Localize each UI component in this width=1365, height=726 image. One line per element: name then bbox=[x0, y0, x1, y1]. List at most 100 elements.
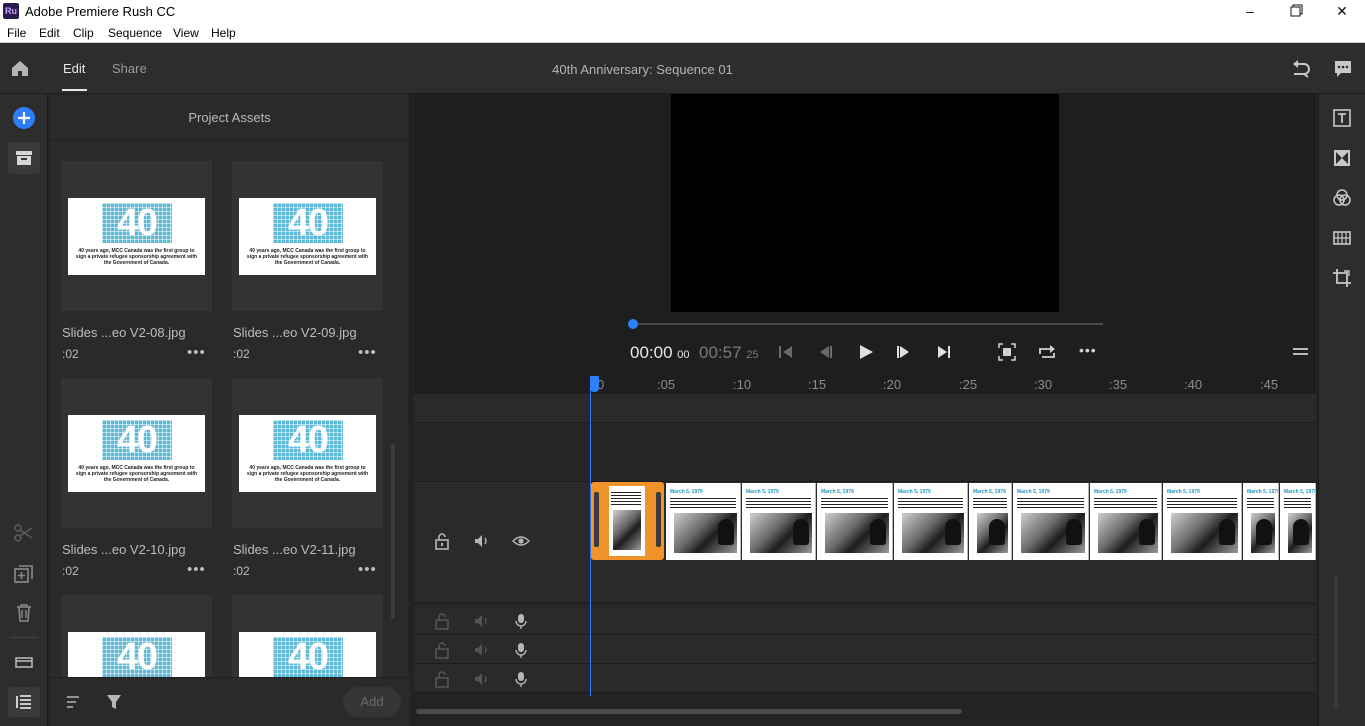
timeline-clip[interactable]: March 5, 1979 bbox=[894, 483, 968, 560]
menu-view[interactable]: View bbox=[173, 26, 199, 40]
asset-duration: :02 bbox=[233, 347, 250, 361]
more-options-icon[interactable]: ••• bbox=[187, 561, 206, 578]
track-controls-icon[interactable] bbox=[12, 650, 36, 674]
clip-header: March 5, 1979 bbox=[670, 489, 703, 495]
eye-icon[interactable] bbox=[512, 532, 530, 550]
microphone-icon[interactable] bbox=[512, 612, 530, 630]
loop-icon[interactable] bbox=[1037, 342, 1057, 362]
scissors-icon[interactable] bbox=[12, 521, 36, 545]
titles-icon[interactable] bbox=[1332, 108, 1352, 128]
volume-icon[interactable] bbox=[473, 670, 491, 688]
step-back-icon[interactable] bbox=[815, 342, 835, 362]
assets-scrollbar[interactable] bbox=[391, 444, 395, 619]
timeline-clip[interactable]: March 5, 1979 bbox=[969, 483, 1012, 560]
timeline-clip[interactable]: March 5, 1979 bbox=[817, 483, 893, 560]
preview-scrubber[interactable] bbox=[633, 323, 1103, 325]
asset-thumbnail[interactable]: 40 40 years ago, MCC Canada was the firs… bbox=[232, 378, 383, 528]
timeline-view-button[interactable] bbox=[8, 687, 40, 717]
selected-clip[interactable] bbox=[591, 482, 664, 560]
crop-icon[interactable] bbox=[1332, 268, 1352, 288]
audio-track-2[interactable] bbox=[414, 635, 1316, 663]
asset-card[interactable]: 40 bbox=[232, 595, 383, 677]
video-preview[interactable] bbox=[671, 94, 1059, 312]
timeline-clip[interactable]: March 5, 1979 bbox=[1090, 483, 1162, 560]
filter-icon[interactable] bbox=[105, 693, 123, 711]
asset-thumbnail[interactable]: 40 40 years ago, MCC Canada was the firs… bbox=[232, 161, 383, 311]
more-options-icon[interactable]: ••• bbox=[358, 561, 377, 578]
lock-icon[interactable] bbox=[433, 612, 451, 630]
trim-handle-left[interactable] bbox=[594, 492, 599, 547]
transitions-icon[interactable] bbox=[1332, 148, 1352, 168]
asset-card[interactable]: 40 40 years ago, MCC Canada was the firs… bbox=[232, 378, 383, 588]
project-assets-button[interactable] bbox=[8, 142, 40, 174]
timeline-clip[interactable]: March 5, 1979 bbox=[1013, 483, 1089, 560]
audio-track-1[interactable] bbox=[414, 606, 1316, 634]
ruler-tick: :15 bbox=[808, 377, 827, 392]
fit-frame-icon[interactable] bbox=[997, 342, 1017, 362]
more-options-icon[interactable]: ••• bbox=[358, 344, 377, 361]
timeline-clip[interactable]: March 5, 1979 bbox=[1280, 483, 1316, 560]
timeline-clip[interactable]: March 5, 1979 bbox=[742, 483, 816, 560]
panel-menu-icon[interactable] bbox=[1291, 342, 1311, 362]
asset-card[interactable]: 40 40 years ago, MCC Canada was the firs… bbox=[61, 378, 212, 588]
playhead-handle[interactable] bbox=[590, 376, 599, 392]
clip-header: March 5, 1979 bbox=[821, 489, 854, 495]
minimize-icon[interactable]: – bbox=[1227, 0, 1273, 22]
color-icon[interactable] bbox=[1332, 188, 1352, 208]
volume-icon[interactable] bbox=[473, 532, 491, 550]
menu-edit[interactable]: Edit bbox=[39, 26, 60, 40]
timeline-ruler[interactable] bbox=[414, 376, 1316, 394]
microphone-icon[interactable] bbox=[512, 641, 530, 659]
duplicate-icon[interactable] bbox=[12, 562, 36, 586]
go-to-end-icon[interactable] bbox=[934, 342, 954, 362]
feedback-icon[interactable] bbox=[1333, 59, 1353, 79]
lock-icon[interactable] bbox=[433, 641, 451, 659]
timeline-horizontal-scrollbar[interactable] bbox=[416, 709, 962, 714]
asset-thumbnail[interactable]: 40 bbox=[61, 595, 212, 677]
timeline-clip[interactable]: March 5, 1979 bbox=[1243, 483, 1279, 560]
duration-timecode: 00:57 25 bbox=[699, 343, 759, 363]
current-frames: 00 bbox=[677, 349, 690, 361]
timeline-clip[interactable]: March 5, 1979 bbox=[666, 483, 741, 560]
asset-thumbnail[interactable]: 40 40 years ago, MCC Canada was the firs… bbox=[61, 161, 212, 311]
right-scrollbar[interactable] bbox=[1334, 575, 1338, 710]
sort-icon[interactable] bbox=[65, 694, 81, 710]
volume-icon[interactable] bbox=[473, 641, 491, 659]
menu-file[interactable]: File bbox=[7, 26, 26, 40]
timeline-clip[interactable]: March 5, 1979 bbox=[1163, 483, 1242, 560]
volume-icon[interactable] bbox=[473, 612, 491, 630]
microphone-icon[interactable] bbox=[512, 670, 530, 688]
asset-thumbnail[interactable]: 40 40 years ago, MCC Canada was the firs… bbox=[61, 378, 212, 528]
trash-icon[interactable] bbox=[12, 601, 36, 625]
ruler-tick: :25 bbox=[959, 377, 978, 392]
scrubber-handle[interactable] bbox=[628, 319, 638, 329]
speed-icon[interactable] bbox=[1332, 228, 1352, 248]
playhead-line[interactable] bbox=[590, 378, 591, 696]
more-options-icon[interactable]: ••• bbox=[187, 344, 206, 361]
lock-icon[interactable] bbox=[433, 532, 451, 550]
undo-icon[interactable] bbox=[1290, 59, 1312, 79]
go-to-start-icon[interactable] bbox=[776, 342, 796, 362]
project-assets-panel: Project Assets 40 40 years ago, MCC Cana… bbox=[49, 94, 410, 726]
asset-card[interactable]: 40 40 years ago, MCC Canada was the firs… bbox=[61, 161, 212, 371]
lock-icon[interactable] bbox=[433, 670, 451, 688]
add-media-icon[interactable] bbox=[12, 106, 36, 130]
menu-help[interactable]: Help bbox=[211, 26, 236, 40]
title-track[interactable] bbox=[414, 394, 1316, 422]
track-divider bbox=[414, 602, 1316, 603]
step-forward-icon[interactable] bbox=[894, 342, 914, 362]
add-button[interactable]: Add bbox=[343, 687, 401, 717]
asset-thumbnail[interactable]: 40 bbox=[232, 595, 383, 677]
asset-duration: :02 bbox=[233, 564, 250, 578]
player-more-icon[interactable]: ••• bbox=[1079, 342, 1097, 358]
overlay-track[interactable] bbox=[414, 423, 1316, 481]
play-icon[interactable] bbox=[856, 342, 876, 362]
restore-icon[interactable] bbox=[1273, 0, 1319, 22]
trim-handle-right[interactable] bbox=[656, 492, 661, 547]
menu-sequence[interactable]: Sequence bbox=[108, 26, 162, 40]
menu-clip[interactable]: Clip bbox=[73, 26, 94, 40]
asset-card[interactable]: 40 40 years ago, MCC Canada was the firs… bbox=[232, 161, 383, 371]
asset-card[interactable]: 40 bbox=[61, 595, 212, 677]
audio-track-3[interactable] bbox=[414, 664, 1316, 692]
close-icon[interactable]: ✕ bbox=[1319, 0, 1365, 22]
